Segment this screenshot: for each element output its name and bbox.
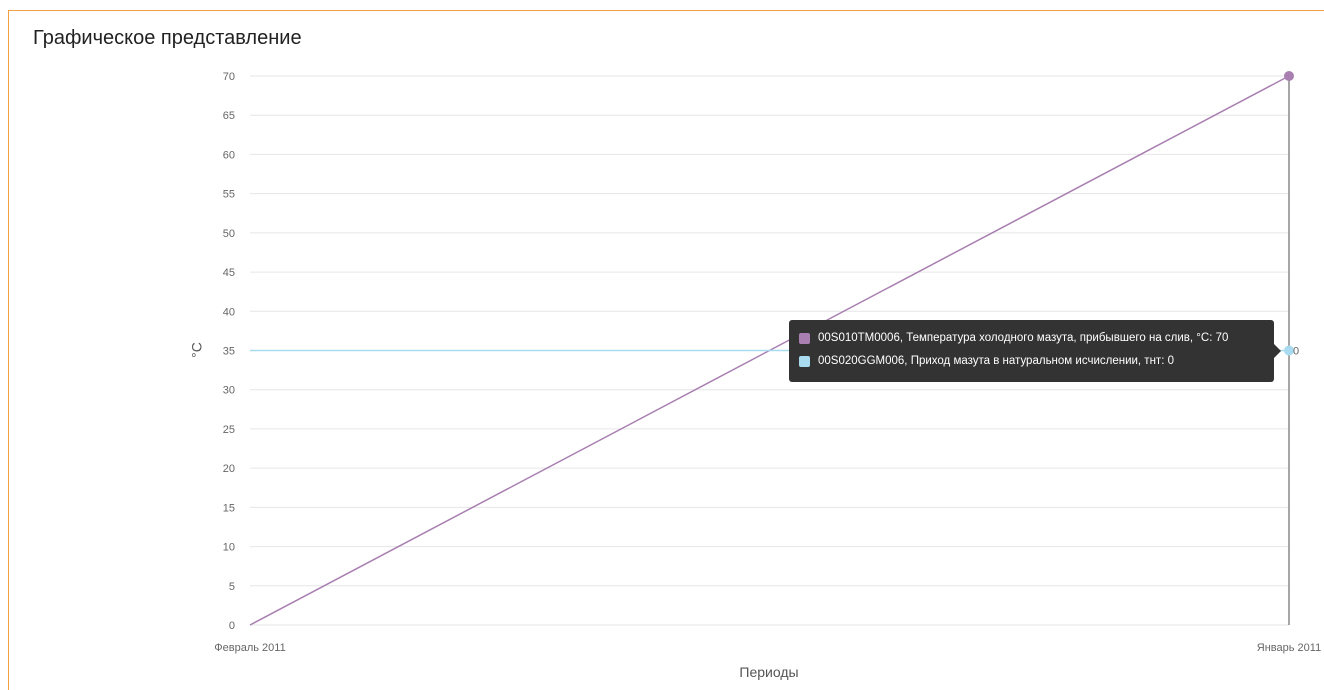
tooltip-text: 00S020GGM006, Приход мазута в натурально…	[818, 355, 1174, 367]
chart-tooltip: 00S010TM0006, Температура холодного мазу…	[789, 320, 1281, 382]
y-tick-labels: 0 5 10 15 20 25 30 35 40 45 50 55 60 65 70	[223, 71, 235, 632]
y-tick-label: 40	[223, 306, 235, 318]
tooltip-text: 00S010TM0006, Температура холодного мазу…	[818, 332, 1229, 344]
y-tick-label: 60	[223, 149, 235, 161]
y-tick-label: 70	[223, 71, 235, 83]
y-axis-title: °C	[189, 342, 205, 358]
point-data-label: 0	[1293, 346, 1299, 358]
series-color-swatch	[799, 332, 810, 344]
y-tick-label: 10	[223, 542, 235, 554]
tooltip-row: 00S010TM0006, Температура холодного мазу…	[799, 328, 1264, 348]
y-tick-label: 45	[223, 267, 235, 279]
tooltip-row: 00S020GGM006, Приход мазута в натурально…	[799, 351, 1264, 371]
x-tick-labels: Февраль 2011 Январь 2011	[214, 642, 1321, 654]
y-tick-label: 20	[223, 463, 235, 475]
series-points[interactable]: 0	[1284, 71, 1299, 358]
series-point[interactable]	[1284, 71, 1294, 81]
y-tick-label: 35	[223, 346, 235, 358]
x-axis-title: Периоды	[739, 664, 798, 680]
y-tick-label: 55	[223, 189, 235, 201]
y-tick-label: 65	[223, 110, 235, 122]
y-tick-label: 50	[223, 228, 235, 240]
x-tick-label: Январь 2011	[1257, 642, 1321, 654]
y-tick-label: 15	[223, 502, 235, 514]
series-color-swatch	[799, 355, 810, 367]
y-tick-label: 25	[223, 424, 235, 436]
y-tick-label: 30	[223, 385, 235, 397]
x-tick-label: Февраль 2011	[214, 642, 285, 654]
y-tick-label: 5	[229, 581, 235, 593]
y-tick-label: 0	[229, 620, 235, 632]
